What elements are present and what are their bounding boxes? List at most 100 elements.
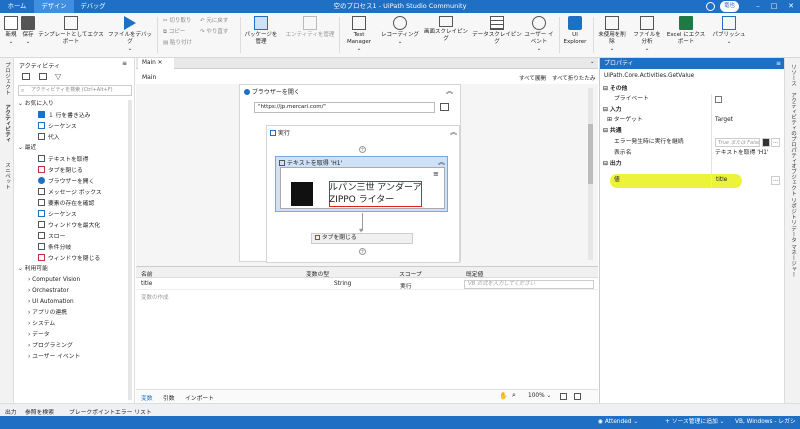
new-button[interactable]: 新規 ⌄ <box>3 16 19 46</box>
test-manager-button[interactable]: Test Manager ⌄ <box>342 16 376 53</box>
table-row[interactable]: title String 実行 VB の式を入力してください <box>136 279 598 290</box>
list-item[interactable]: › Computer Vision <box>28 276 80 284</box>
tab-main[interactable]: Main ✕ <box>138 58 174 69</box>
list-item[interactable]: › ユーザー イベント <box>28 353 80 361</box>
filter-icon[interactable]: ▽ <box>55 72 61 81</box>
list-item[interactable]: タブを閉じる <box>38 166 83 175</box>
list-item[interactable]: ブラウザーを開く <box>38 177 94 186</box>
expand-all-link[interactable]: すべて展開 <box>519 74 546 82</box>
list-item[interactable]: スロー <box>38 232 65 241</box>
fit-screen-icon[interactable] <box>560 393 567 400</box>
list-item[interactable]: › UI Automation <box>28 298 74 306</box>
list-item[interactable]: › プログラミング <box>28 342 73 350</box>
variable-scope[interactable]: 実行 <box>400 281 412 290</box>
tab-find-references[interactable]: 参照を検索 <box>25 407 54 416</box>
url-input[interactable]: "https://jp.mercari.com/" <box>254 102 435 113</box>
expand-all-icon[interactable] <box>22 73 30 80</box>
tab-object-repository[interactable]: オブジェクト リポジトリ <box>789 163 797 225</box>
list-item[interactable]: １ 行を書き込み <box>38 111 90 120</box>
variable-type[interactable]: String <box>334 281 351 287</box>
collapse-all-icon[interactable] <box>39 73 47 80</box>
collapse-all-link[interactable]: すべて折りたたみ <box>552 74 595 82</box>
screen-scraping-button[interactable]: 画面スクレイピング <box>422 16 470 43</box>
menu-icon[interactable]: ≡ <box>433 170 439 178</box>
data-scraping-button[interactable]: データスクレイピング <box>472 16 522 46</box>
list-item[interactable]: › Orchestrator <box>28 287 69 295</box>
tab-variables[interactable]: 変数 <box>141 393 153 402</box>
target-value[interactable]: Target <box>715 116 733 125</box>
scrollbar[interactable] <box>588 88 593 260</box>
tab-data-manager[interactable]: データ マネージャー <box>789 226 797 277</box>
paste-button[interactable]: ▤ 貼り付け <box>163 40 192 47</box>
value-output-field[interactable]: title <box>714 176 770 185</box>
tab-dropdown-icon[interactable]: ⌄ <box>590 59 595 65</box>
tab-snippets[interactable]: スニペット <box>3 162 11 190</box>
user-events-button[interactable]: ユーザー イベント ⌄ <box>524 16 554 53</box>
section-output[interactable]: ⊟ 出力 <box>600 160 785 169</box>
tab-project[interactable]: プロジェクト <box>3 62 11 95</box>
tab-breakpoints[interactable]: ブレークポイント <box>69 407 115 416</box>
expression-editor-button[interactable] <box>762 138 770 147</box>
overview-icon[interactable] <box>574 393 581 400</box>
publish-button[interactable]: パブリッシュ ⌄ <box>712 16 746 46</box>
debug-file-button[interactable]: ファイルをデバッグ ⌄ <box>108 16 152 53</box>
tab-design[interactable]: デザイン <box>34 0 74 13</box>
list-item[interactable]: シーケンス <box>38 122 77 131</box>
list-item[interactable]: テキストを取得 <box>38 155 88 164</box>
remove-unused-button[interactable]: 未使用を削除 ⌄ <box>596 16 628 53</box>
tab-imports[interactable]: インポート <box>185 393 214 402</box>
zoom-level[interactable]: 100% ⌄ <box>528 393 551 399</box>
attended-status[interactable]: ◉ Attended ⌄ <box>598 416 638 429</box>
list-item[interactable]: メッセージ ボックス <box>38 188 102 197</box>
collapse-icon[interactable]: ︽ <box>438 157 445 167</box>
save-button[interactable]: 保存 ⌄ <box>20 16 36 46</box>
get-text-activity[interactable]: テキストを取得 'H1' ︽ ≡ ルパン三世 アンダーア ZIPPO ライター <box>275 156 448 212</box>
tree-favorites[interactable]: ⌄ お気に入り <box>18 100 54 108</box>
tab-resources[interactable]: リソース <box>789 64 797 86</box>
cut-button[interactable]: ✂ 切り取り <box>163 18 191 25</box>
close-tab-activity[interactable]: タブを閉じる <box>311 233 413 244</box>
tab-arguments[interactable]: 引数 <box>163 393 175 402</box>
minimize-icon[interactable]: – <box>752 0 764 13</box>
add-activity-icon[interactable]: + <box>359 248 366 255</box>
browse-url-icon[interactable] <box>440 103 449 111</box>
tab-home[interactable]: ホーム <box>0 0 34 13</box>
collapse-icon[interactable]: ︽ <box>450 127 457 137</box>
list-item[interactable]: 代入 <box>38 133 60 142</box>
analyze-file-button[interactable]: ファイルを分析 ⌄ <box>632 16 662 53</box>
list-item[interactable]: ウィンドウを閉じる <box>38 254 100 263</box>
add-source-control[interactable]: + ソース管理に追加 ⌄ <box>665 416 725 429</box>
undo-button[interactable]: ↶ 元に戻す <box>200 18 228 25</box>
tree-available[interactable]: ⌄ 利用可能 <box>18 265 48 273</box>
list-item[interactable]: ウィンドウを最大化 <box>38 221 100 230</box>
recording-button[interactable]: レコーディング ⌄ <box>380 16 420 46</box>
tab-output[interactable]: 出力 <box>5 407 17 416</box>
default-value-input[interactable]: VB の式を入力してください <box>464 280 594 289</box>
section-input[interactable]: ⊟ 入力 <box>600 106 785 115</box>
maximize-icon[interactable]: □ <box>768 0 780 13</box>
ui-explorer-button[interactable]: UI Explorer <box>562 16 588 46</box>
list-item[interactable]: 要素の存在を確認 <box>38 199 94 208</box>
variable-name[interactable]: title <box>141 281 152 287</box>
user-avatar[interactable]: 竜也 <box>720 1 739 12</box>
manage-entities-button[interactable]: エンティティを管理 <box>285 16 335 39</box>
tab-debug[interactable]: デバッグ <box>74 0 112 13</box>
do-sequence[interactable]: 実行 ︽ + テキストを取得 'H1' ︽ ≡ ルパン三世 アンダーア ZIPP… <box>266 125 460 263</box>
section-misc[interactable]: ⊟ その他 <box>600 85 785 94</box>
collapse-icon[interactable]: ︽ <box>446 86 453 96</box>
tab-error-list[interactable]: エラー リスト <box>115 407 152 416</box>
section-common[interactable]: ⊟ 共通 <box>600 127 785 136</box>
pan-hand-icon[interactable]: ✋ <box>499 392 508 400</box>
close-icon[interactable]: ✕ <box>785 0 797 13</box>
display-name-value[interactable]: テキストを取得 'H1' <box>715 149 768 158</box>
panel-menu-icon[interactable]: ≡ <box>122 60 127 67</box>
ellipsis-button[interactable]: … <box>771 176 780 185</box>
copy-button[interactable]: ⧉ コピー <box>163 29 185 36</box>
export-template-button[interactable]: テンプレートとしてエクスポート <box>38 16 104 46</box>
private-checkbox[interactable] <box>715 96 722 103</box>
tree-recent[interactable]: ⌄ 最近 <box>18 144 36 152</box>
export-excel-button[interactable]: Excel にエクスポート <box>666 16 706 46</box>
list-item[interactable]: › システム <box>28 320 55 328</box>
manage-packages-button[interactable]: パッケージを管理 <box>244 16 278 46</box>
continue-on-error-input[interactable]: True または False を入力 <box>715 138 760 147</box>
